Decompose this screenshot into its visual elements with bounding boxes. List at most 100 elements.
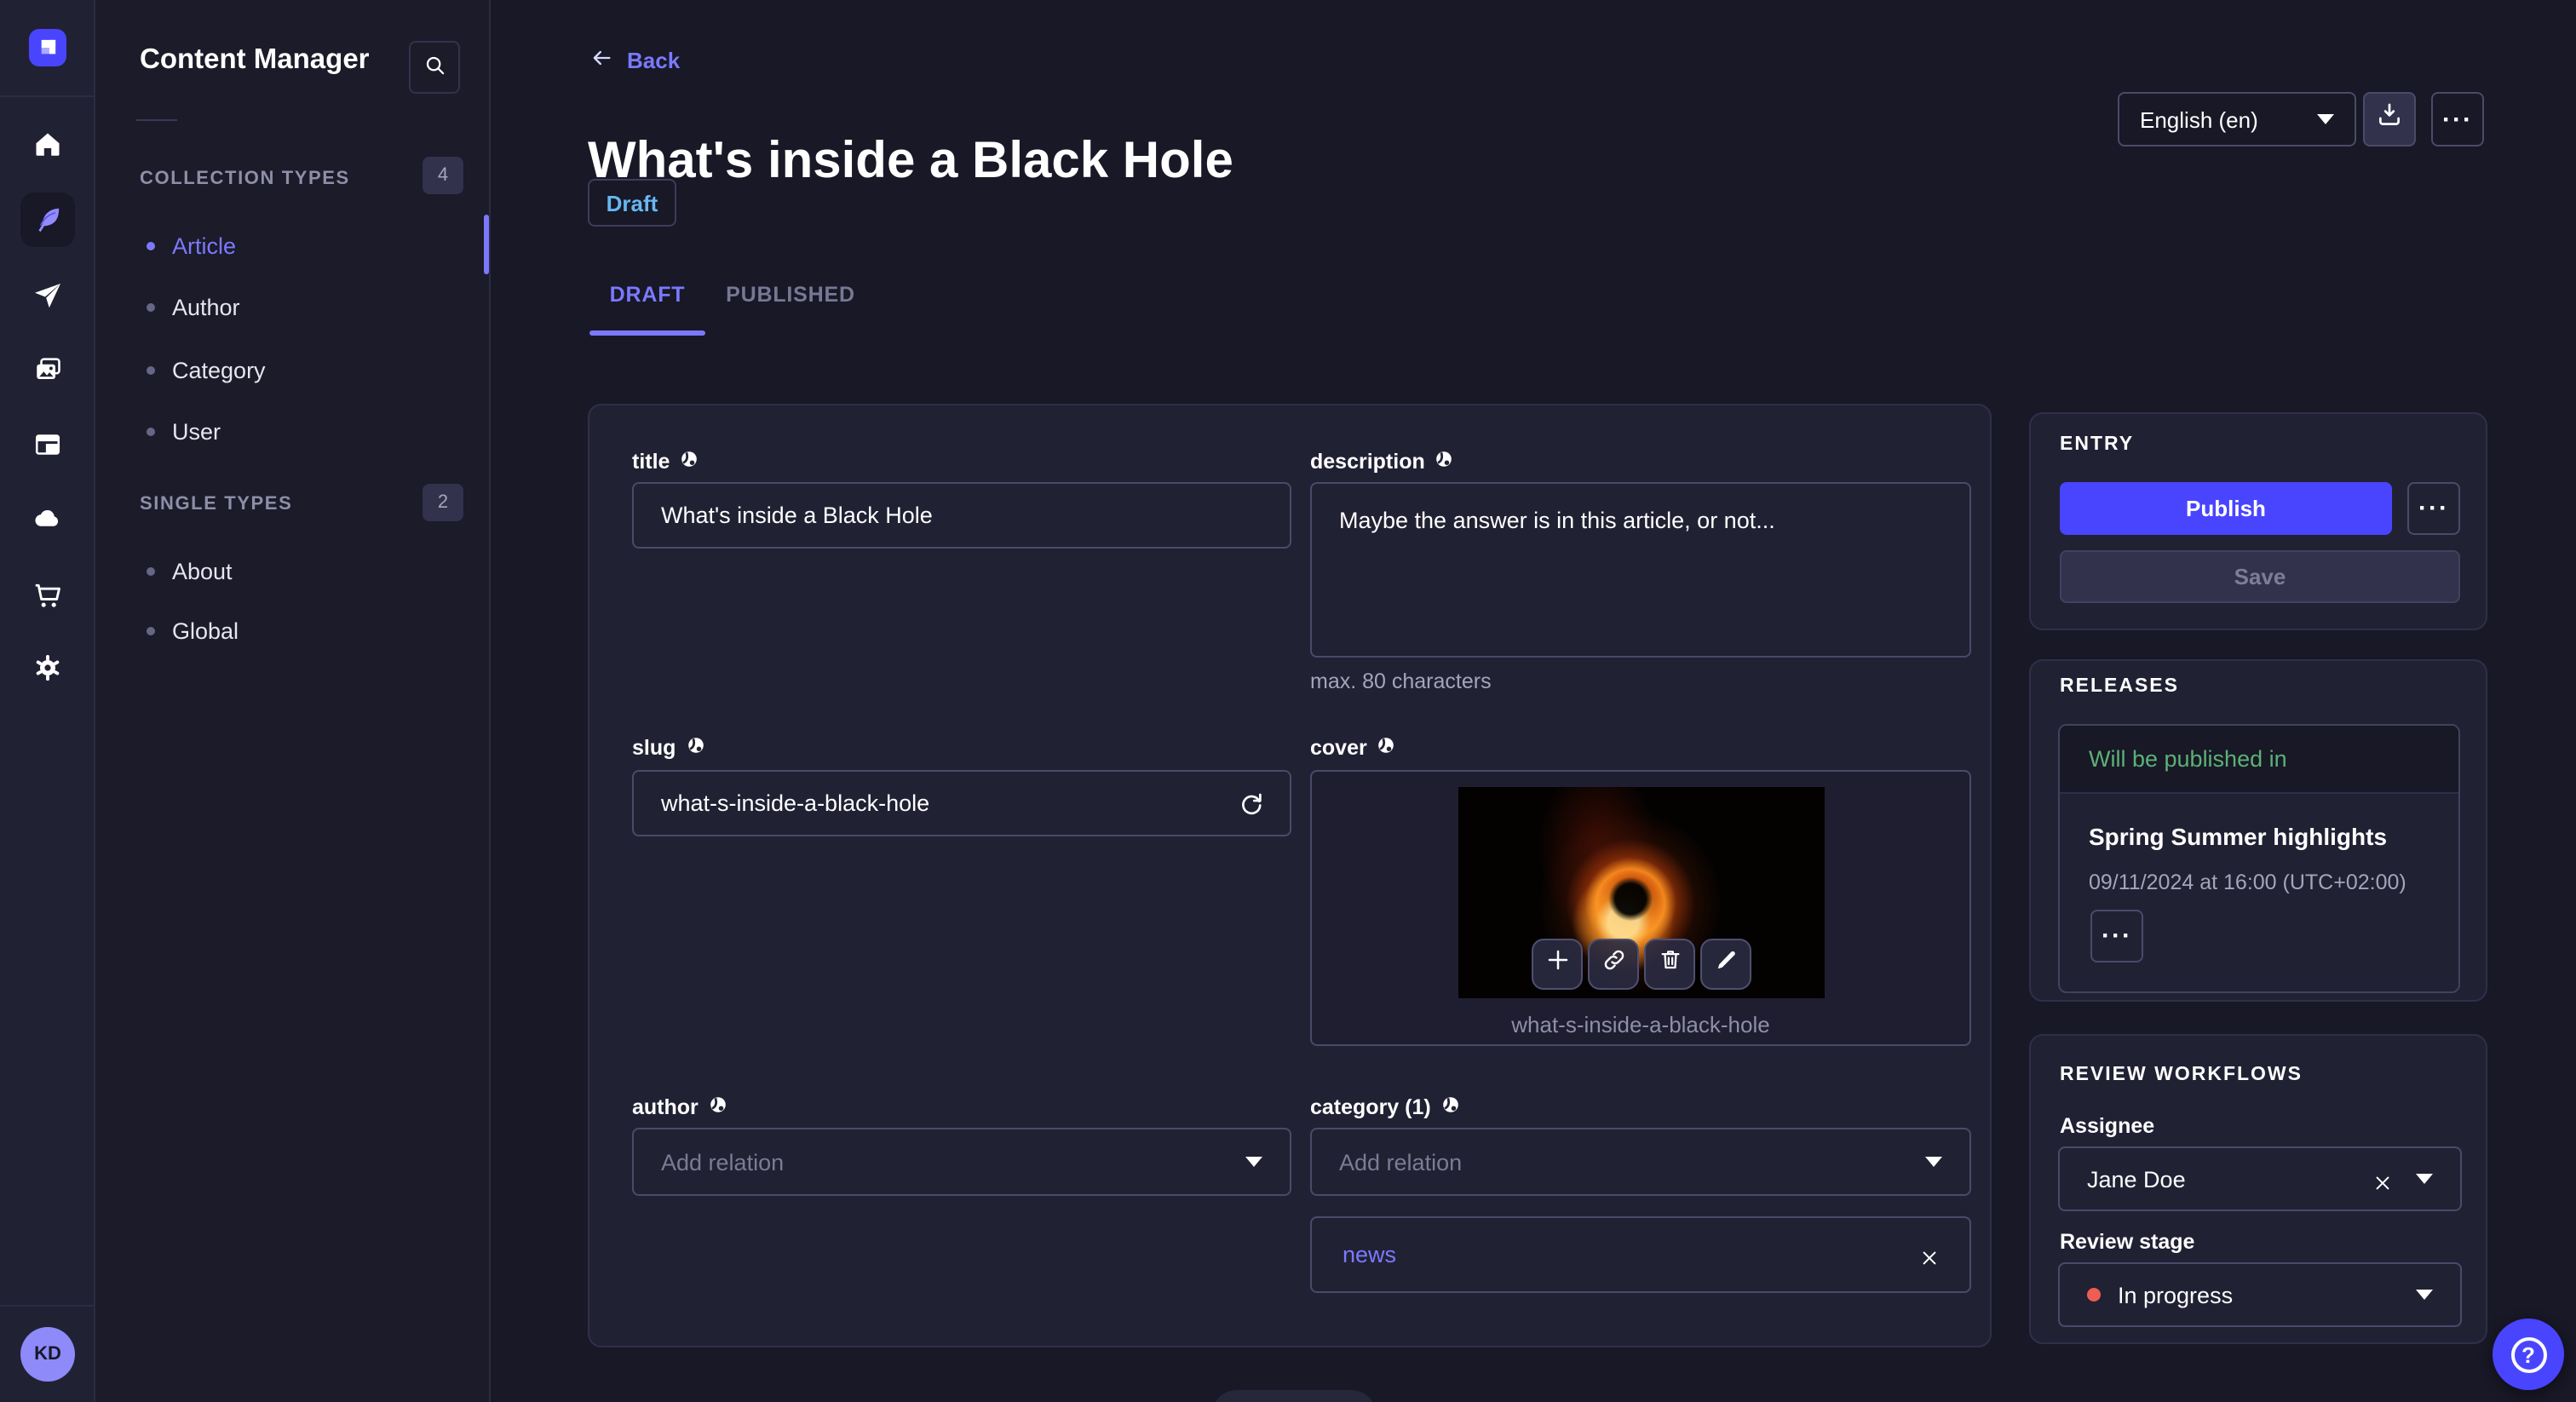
edit-form-card: title What's inside a Black Hole descrip… [588, 404, 1992, 1347]
strapi-logo-icon[interactable] [29, 29, 66, 66]
marketplace-cart-icon[interactable] [0, 567, 95, 625]
category-relation-select[interactable]: Add relation [1310, 1128, 1971, 1196]
sidebar-item-category[interactable]: Category [95, 344, 489, 395]
collection-types-count: 4 [423, 157, 463, 194]
review-stage-label: Review stage [2060, 1230, 2195, 1254]
review-stage-select[interactable]: In progress [2058, 1262, 2462, 1327]
cloud-icon[interactable] [0, 489, 95, 547]
bottom-partial-pill[interactable] [1211, 1390, 1377, 1402]
status-badge: Draft [588, 179, 676, 227]
single-types-count: 2 [423, 484, 463, 521]
slug-input[interactable]: what-s-inside-a-black-hole [632, 770, 1291, 836]
tab-published[interactable]: PUBLISHED [712, 278, 869, 312]
title-input[interactable]: What's inside a Black Hole [632, 482, 1291, 549]
question-mark-icon: ? [2510, 1336, 2546, 1372]
releases-panel: RELEASES Will be published in Spring Sum… [2029, 659, 2487, 1002]
review-workflows-panel: REVIEW WORKFLOWS Assignee Jane Doe Revie… [2029, 1034, 2487, 1344]
releases-plane-icon[interactable] [0, 267, 95, 325]
entry-panel-title: ENTRY [2060, 434, 2135, 455]
bullet-icon [147, 365, 155, 374]
author-field-label: author [632, 1095, 727, 1119]
chevron-down-icon [2317, 114, 2334, 124]
app-root: KD Content Manager COLLECTION TYPES 4 Ar… [0, 0, 2576, 1402]
remove-relation-icon[interactable] [1920, 1245, 1939, 1265]
subnav-divider [136, 119, 177, 121]
sidebar-item-article[interactable]: Article [95, 220, 489, 271]
description-field-label: description [1310, 450, 1454, 474]
home-icon[interactable] [0, 116, 95, 174]
rail-divider [0, 95, 95, 97]
add-media-button[interactable] [1532, 939, 1583, 990]
bullet-icon [147, 241, 155, 250]
ellipsis-icon: ··· [2418, 494, 2449, 523]
bullet-icon [147, 566, 155, 575]
header-more-options-button[interactable]: ··· [2431, 92, 2484, 147]
download-icon [2375, 101, 2404, 138]
media-library-icon[interactable] [0, 341, 95, 399]
cover-field-label: cover [1310, 736, 1396, 760]
active-item-indicator [484, 215, 489, 274]
globe-icon [680, 450, 699, 474]
content-manager-feather-icon[interactable] [0, 191, 95, 249]
page-root: KD Content Manager COLLECTION TYPES 4 Ar… [0, 0, 2576, 1402]
content-type-builder-icon[interactable] [0, 416, 95, 474]
release-card: Will be published in Spring Summer highl… [2058, 724, 2460, 993]
help-button[interactable]: ? [2493, 1319, 2564, 1390]
entry-more-options-button[interactable]: ··· [2407, 482, 2460, 535]
chevron-down-icon [1925, 1157, 1942, 1167]
locale-select[interactable]: English (en) [2118, 92, 2356, 147]
chevron-down-icon [1245, 1157, 1262, 1167]
trash-icon [1657, 947, 1682, 981]
section-collection-types: COLLECTION TYPES [140, 169, 350, 189]
user-avatar[interactable]: KD [20, 1327, 75, 1382]
save-button[interactable]: Save [2060, 550, 2460, 603]
settings-gear-icon[interactable] [0, 639, 95, 697]
link-icon [1601, 947, 1626, 981]
stage-status-dot [2087, 1288, 2101, 1301]
back-link[interactable]: Back [589, 46, 680, 75]
title-field-label: title [632, 450, 699, 474]
ellipsis-icon: ··· [2102, 922, 2132, 951]
slug-field-label: slug [632, 736, 704, 760]
sidebar-item-about[interactable]: About [95, 545, 489, 596]
review-panel-title: REVIEW WORKFLOWS [2060, 1065, 2303, 1085]
regenerate-slug-icon[interactable] [1237, 789, 1266, 818]
back-arrow-icon [589, 46, 613, 75]
publish-button[interactable]: Publish [2060, 482, 2392, 535]
pencil-icon [1713, 947, 1739, 981]
plus-icon [1544, 947, 1570, 981]
subnav-title: Content Manager [140, 44, 370, 75]
edit-media-button[interactable] [1700, 939, 1751, 990]
export-download-button[interactable] [2363, 92, 2416, 147]
sidebar-item-global[interactable]: Global [95, 605, 489, 656]
clear-assignee-icon[interactable] [2373, 1169, 2392, 1189]
active-tab-indicator [589, 330, 705, 336]
releases-panel-title: RELEASES [2060, 676, 2179, 697]
search-icon [422, 52, 447, 83]
chevron-down-icon [2416, 1290, 2433, 1300]
author-relation-select[interactable]: Add relation [632, 1128, 1291, 1196]
category-relation-item: news [1310, 1216, 1971, 1293]
description-textarea[interactable]: Maybe the answer is in this article, or … [1310, 482, 1971, 658]
ellipsis-icon: ··· [2442, 105, 2473, 134]
release-more-options-button[interactable]: ··· [2090, 910, 2143, 962]
sidebar-item-user[interactable]: User [95, 405, 489, 457]
description-hint: max. 80 characters [1310, 669, 1492, 693]
assignee-select[interactable]: Jane Doe [2058, 1146, 2462, 1211]
release-name[interactable]: Spring Summer highlights [2089, 823, 2387, 850]
globe-icon [709, 1095, 727, 1119]
entry-panel: ENTRY Publish ··· Save [2029, 412, 2487, 630]
globe-icon [1377, 736, 1396, 760]
content-manager-subnav: Content Manager COLLECTION TYPES 4 Artic… [95, 0, 491, 1402]
category-field-label: category (1) [1310, 1095, 1460, 1119]
relation-link-news[interactable]: news [1343, 1242, 1920, 1267]
bullet-icon [147, 302, 155, 311]
tab-draft[interactable]: DRAFT [589, 278, 705, 312]
cover-media-field: what-s-inside-a-black-hole [1310, 770, 1971, 1046]
copy-link-button[interactable] [1588, 939, 1639, 990]
globe-icon [1435, 450, 1454, 474]
search-button[interactable] [409, 41, 460, 94]
sidebar-item-author[interactable]: Author [95, 281, 489, 332]
cover-actions [1532, 939, 1751, 990]
delete-media-button[interactable] [1644, 939, 1695, 990]
